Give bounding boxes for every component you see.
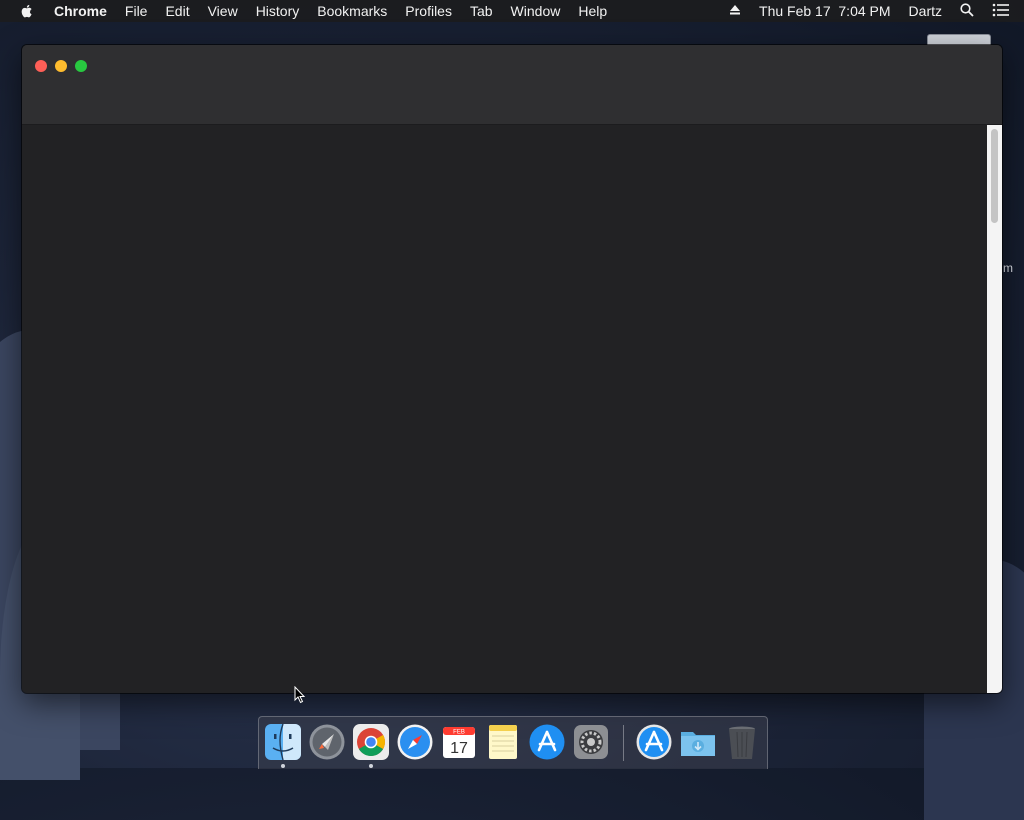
menu-history[interactable]: History	[256, 3, 300, 19]
safari-icon[interactable]	[396, 723, 434, 761]
maximize-button[interactable]	[75, 60, 87, 72]
menu-bar: Chrome File Edit View History Bookmarks …	[0, 0, 1024, 22]
launchpad-icon[interactable]	[308, 723, 346, 761]
chrome-running-indicator	[369, 764, 373, 768]
spotlight-search-icon[interactable]	[960, 2, 974, 20]
menu-profiles[interactable]: Profiles	[405, 3, 452, 19]
desktop-file-label[interactable]: m	[1003, 261, 1013, 275]
eject-icon[interactable]	[729, 3, 741, 19]
menu-window[interactable]: Window	[511, 3, 561, 19]
system-preferences-icon[interactable]	[572, 723, 610, 761]
menu-file[interactable]: File	[125, 3, 148, 19]
menu-edit[interactable]: Edit	[165, 3, 189, 19]
downloads-folder-icon[interactable]	[679, 723, 717, 761]
calendar-icon[interactable]: FEB 17	[440, 723, 478, 761]
notification-center-icon[interactable]	[992, 3, 1010, 20]
menu-view[interactable]: View	[208, 3, 238, 19]
vertical-scrollbar[interactable]	[987, 125, 1002, 693]
minimize-button[interactable]	[55, 60, 67, 72]
menu-tab[interactable]: Tab	[470, 3, 493, 19]
window-titlebar[interactable]	[22, 45, 1002, 125]
dock: FEB 17	[258, 716, 768, 769]
finder-running-indicator	[281, 764, 285, 768]
notes-icon[interactable]	[484, 723, 522, 761]
menu-bookmarks[interactable]: Bookmarks	[317, 3, 387, 19]
svg-text:FEB: FEB	[453, 730, 465, 736]
trash-icon[interactable]	[723, 723, 761, 761]
menu-app-chrome[interactable]: Chrome	[54, 3, 107, 19]
svg-text:17: 17	[450, 740, 468, 757]
menu-help[interactable]: Help	[578, 3, 607, 19]
app-store-icon[interactable]	[528, 723, 566, 761]
page-content[interactable]	[22, 125, 987, 693]
close-button[interactable]	[35, 60, 47, 72]
scrollbar-thumb[interactable]	[991, 129, 998, 223]
menu-extras: Thu Feb 17 7:04 PM Dartz	[729, 0, 1024, 22]
clock[interactable]: Thu Feb 17 7:04 PM	[759, 3, 891, 19]
chrome-window	[22, 45, 1002, 693]
apple-menu-icon[interactable]	[19, 3, 37, 19]
dock-separator	[623, 725, 624, 761]
chrome-icon[interactable]	[352, 723, 390, 761]
mouse-cursor-icon	[294, 685, 306, 709]
user-menu[interactable]: Dartz	[909, 3, 942, 19]
finder-icon[interactable]	[264, 723, 302, 761]
applications-folder-icon[interactable]	[635, 723, 673, 761]
